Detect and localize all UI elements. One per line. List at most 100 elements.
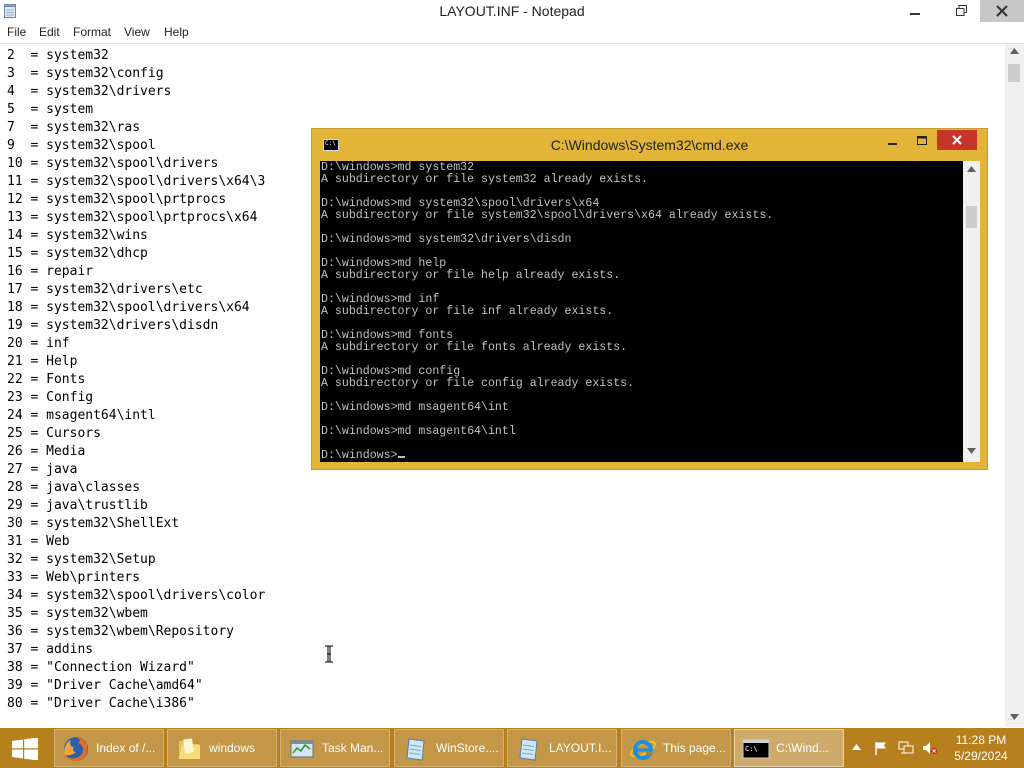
taskbar-button-label: This page... — [663, 741, 726, 755]
notepad-vertical-scrollbar[interactable] — [1005, 44, 1024, 727]
notepad-text-line: 12 = system32\spool\prtprocs — [7, 192, 227, 207]
taskbar-button-label: Task Man... — [322, 741, 384, 755]
network-icon[interactable] — [898, 741, 914, 755]
minimize-icon — [888, 143, 897, 145]
menu-help[interactable]: Help — [164, 25, 189, 39]
cmd-scroll-thumb[interactable] — [966, 206, 977, 228]
notepad-menubar: File Edit Format View Help — [0, 23, 1024, 44]
cmd-prompt-line[interactable]: D:\windows> — [321, 450, 773, 462]
notepad-text-line: 27 = java — [7, 462, 78, 477]
action-center-flag-icon[interactable] — [874, 741, 888, 755]
restore-icon — [955, 5, 967, 16]
taskbar-button-cmd[interactable]: C:\ C:\Wind... — [734, 729, 844, 767]
notepad-text-line: 17 = system32\drivers\etc — [7, 282, 203, 297]
notepad-text-line: 21 = Help — [7, 354, 78, 369]
notepad-text-line: 14 = system32\wins — [7, 228, 148, 243]
taskbar-button-label: WinStore.... — [436, 741, 499, 755]
notepad-text-line: 35 = system32\wbem — [7, 606, 148, 621]
notepad-text-line: 15 = system32\dhcp — [7, 246, 148, 261]
cmd-output-line: D:\windows>md system32\drivers\disdn — [321, 233, 572, 246]
taskbar-button-explorer[interactable]: windows — [167, 729, 277, 767]
notepad-close-button[interactable] — [980, 0, 1024, 22]
notepad-text-line: 26 = Media — [7, 444, 86, 459]
menu-edit[interactable]: Edit — [39, 25, 60, 39]
notepad-text-line: 20 = inf — [7, 336, 70, 351]
text-cursor-ibeam-icon — [325, 645, 333, 663]
cmd-console-output[interactable]: D:\windows>md system32 A subdirectory or … — [320, 161, 963, 462]
notepad-text-line: 23 = Config — [7, 390, 94, 405]
folder-icon — [179, 738, 200, 759]
notepad-text-line: 38 = "Connection Wizard" — [7, 660, 195, 675]
maximize-icon — [917, 136, 927, 145]
notepad-text-line: 32 = system32\Setup — [7, 552, 156, 567]
start-button[interactable] — [0, 728, 50, 768]
taskbar-button-winstore-notepad[interactable]: WinStore.... — [394, 729, 504, 767]
task-manager-icon — [290, 740, 314, 758]
show-hidden-icons-chevron-up-icon[interactable] — [852, 744, 861, 750]
cmd-output-line: D:\windows>md msagent64\intl — [321, 425, 516, 438]
cmd-minimize-button[interactable] — [880, 132, 906, 152]
notepad-text-line: 33 = Web\printers — [7, 570, 141, 585]
scroll-up-arrow-icon[interactable] — [967, 166, 976, 172]
notepad-text-line: 10 = system32\spool\drivers — [7, 156, 219, 171]
notepad-text-line: 18 = system32\spool\drivers\x64 — [7, 300, 250, 315]
taskbar-clock[interactable]: 11:28 PM 5/29/2024 — [944, 732, 1018, 764]
cmd-output-line: A subdirectory or file system32 already … — [321, 173, 648, 186]
taskbar-button-task-manager[interactable]: Task Man... — [280, 729, 390, 767]
notepad-text-line: 30 = system32\ShellExt — [7, 516, 180, 531]
taskbar-button-label: windows — [209, 741, 256, 755]
speaker-muted-icon[interactable] — [922, 741, 938, 755]
taskbar-button-firefox[interactable]: Index of /... — [54, 729, 164, 767]
notepad-scroll-thumb[interactable] — [1008, 64, 1020, 82]
cmd-vertical-scrollbar[interactable] — [963, 161, 980, 462]
notepad-titlebar[interactable]: LAYOUT.INF - Notepad — [0, 0, 1024, 24]
cmd-maximize-button[interactable] — [909, 132, 935, 152]
close-icon — [952, 135, 962, 145]
notepad-text-line: 34 = system32\spool\drivers\color — [7, 588, 266, 603]
close-icon — [996, 5, 1008, 17]
cmd-output-line: A subdirectory or file help already exis… — [321, 269, 621, 282]
notepad-text-line: 5 = system — [7, 102, 94, 117]
cmd-output-line: A subdirectory or file inf already exist… — [321, 305, 614, 318]
cmd-titlebar[interactable]: C:\ C:\Windows\System32\cmd.exe — [312, 129, 987, 161]
taskbar-button-layout-notepad[interactable]: LAYOUT.I... — [507, 729, 617, 767]
cmd-close-button[interactable] — [937, 130, 977, 150]
scroll-down-arrow-icon[interactable] — [1010, 714, 1019, 720]
taskbar-button-internet-explorer[interactable]: This page... — [621, 729, 731, 767]
menu-format[interactable]: Format — [73, 25, 111, 39]
notepad-restore-button[interactable] — [946, 0, 976, 22]
notepad-text-line: 16 = repair — [7, 264, 94, 279]
scroll-up-arrow-icon[interactable] — [1010, 48, 1019, 54]
notepad-text-line: 29 = java\trustlib — [7, 498, 148, 513]
notepad-icon — [406, 738, 425, 761]
cmd-output-line: D:\windows>md msagent64\int — [321, 401, 509, 414]
notepad-text-line: 9 = system32\spool — [7, 138, 156, 153]
clock-date: 5/29/2024 — [954, 749, 1008, 763]
notepad-window-title: LAYOUT.INF - Notepad — [439, 3, 585, 19]
taskbar-button-label: C:\Wind... — [776, 741, 829, 755]
svg-text:C:\: C:\ — [745, 745, 758, 753]
clock-time: 11:28 PM — [955, 733, 1007, 747]
notepad-text-line: 7 = system32\ras — [7, 120, 141, 135]
minimize-icon — [910, 13, 920, 15]
notepad-text-line: 2 = system32 — [7, 48, 109, 63]
scroll-down-arrow-icon[interactable] — [967, 448, 976, 454]
cmd-text-cursor — [397, 456, 405, 458]
notepad-text-line: 80 = "Driver Cache\i386" — [7, 696, 195, 711]
notepad-text-line: 13 = system32\spool\prtprocs\x64 — [7, 210, 258, 225]
notepad-icon — [519, 738, 538, 761]
cmd-prompt-text: D:\windows> — [321, 449, 398, 462]
cmd-window: C:\ C:\Windows\System32\cmd.exe D:\windo… — [311, 128, 988, 470]
notepad-text-line: 11 = system32\spool\drivers\x64\3 — [7, 174, 266, 189]
notepad-text-line: 37 = addins — [7, 642, 94, 657]
internet-explorer-icon — [630, 740, 656, 760]
taskbar: Index of /... windows Task Man... WinSto… — [0, 728, 1024, 768]
notepad-text-line: 36 = system32\wbem\Repository — [7, 624, 234, 639]
menu-view[interactable]: View — [124, 25, 150, 39]
menu-file[interactable]: File — [7, 25, 26, 39]
cmd-output-line: A subdirectory or file fonts already exi… — [321, 341, 628, 354]
notepad-minimize-button[interactable] — [898, 0, 932, 22]
cmd-output-line: A subdirectory or file config already ex… — [321, 377, 635, 390]
notepad-text-content: 2 = system32 3 = system32\config 4 = syste… — [7, 47, 265, 713]
cmd-icon: C:\ — [742, 739, 770, 759]
